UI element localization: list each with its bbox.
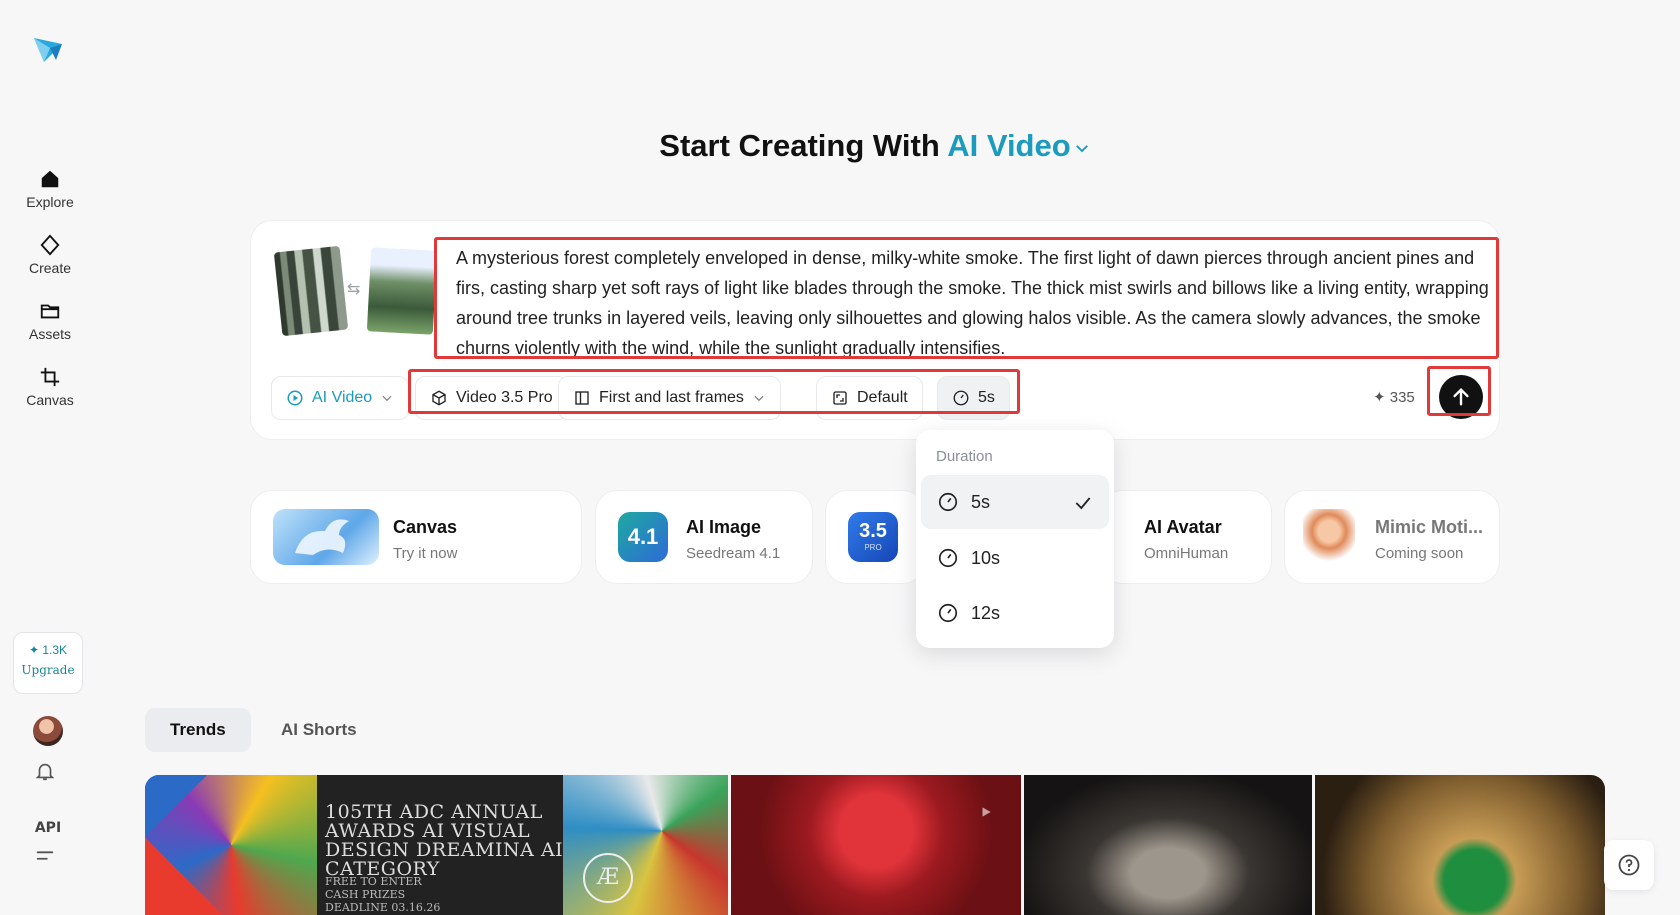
model-select[interactable]: Video 3.5 Pro [415,376,568,420]
gallery-card-balloon[interactable] [1315,775,1605,915]
mode-switcher-label: AI Video [947,128,1071,163]
generate-button[interactable] [1439,375,1483,419]
frames-select[interactable]: First and last frames [558,376,781,420]
seedream-badge: 4.1 [618,512,668,562]
sidebar-item-label: Canvas [26,392,74,408]
api-link[interactable]: API [0,820,96,836]
mode-select[interactable]: AI Video [271,376,410,420]
sidebar-item-label: Create [28,260,72,276]
badge-version: 3.5 [859,520,887,542]
canvas-thumbnail [273,509,379,565]
sidebar-item-assets[interactable]: Assets [0,300,100,344]
mosaic-artwork [563,775,728,915]
mode-label: AI Video [312,389,373,406]
model-label: Video 3.5 Pro [456,389,553,406]
sidebar-item-label: Explore [26,194,74,210]
tab-trends[interactable]: Trends [145,708,251,752]
adc-logo: Æ [583,853,633,903]
clock-icon [938,603,958,623]
duration-option-5s[interactable]: 5s [921,475,1109,529]
sidebar-item-create[interactable]: Create [0,234,100,278]
duration-option-10s[interactable]: 10s [921,531,1109,585]
sidebar-item-canvas[interactable]: Canvas [0,366,100,410]
ratio-label: Default [857,389,908,406]
awards-title: 105TH ADC ANNUAL AWARDS AI VISUAL DESIGN… [325,801,564,880]
feature-subtitle: Try it now [393,545,458,562]
mode-switcher[interactable]: AI Video [947,128,1090,163]
title-prefix: Start Creating With [659,128,948,163]
option-label: 12s [971,602,1001,623]
badge-tier: PRO [864,543,882,552]
dropdown-title: Duration [936,448,993,465]
clock-icon [938,492,958,512]
upgrade-label: Upgrade [21,663,75,677]
folder-icon [40,304,60,319]
feature-title: Canvas [393,517,458,537]
feature-title: Mimic Moti... [1375,517,1483,537]
last-frame-thumbnail[interactable] [366,247,438,335]
feature-title: AI Avatar [1144,517,1222,537]
feature-subtitle: OmniHuman [1144,545,1229,562]
feature-subtitle: Coming soon [1375,545,1464,562]
crop-icon [40,367,60,387]
checkmark-icon [1075,497,1091,510]
credit-cost: ✦ 335 [1373,389,1415,406]
chevron-down-icon [1075,144,1088,153]
menu-icon[interactable] [34,845,56,872]
aspect-ratio-select[interactable]: Default [816,376,923,420]
duration-dropdown: Duration 5s 10s 12s [916,430,1114,648]
avatar[interactable] [33,716,63,746]
clock-icon [938,548,958,568]
feature-subtitle: Seedream 4.1 [686,545,781,562]
duration-label: 5s [978,389,995,406]
duration-option-12s[interactable]: 12s [921,586,1109,640]
option-label: 5s [971,491,991,512]
sidebar-item-explore[interactable]: Explore [0,168,100,212]
credits-count: ✦ 1.3K [28,643,68,657]
play-icon [982,807,991,817]
frames-label: First and last frames [599,389,744,406]
aspect-ratio-icon [833,391,847,405]
gallery-card-awards[interactable]: 105TH ADC ANNUAL AWARDS AI VISUAL DESIGN… [145,775,728,915]
diamond-icon [40,234,60,256]
feature-card-mimic-motion[interactable]: Mimic Moti... Coming soon [1284,490,1500,584]
home-icon [41,170,59,188]
video-model-badge: 3.5 PRO [848,512,898,562]
feature-card-ai-avatar[interactable]: AI Avatar OmniHuman [1100,490,1272,584]
question-icon [1618,854,1640,876]
bell-icon[interactable] [34,760,56,787]
duration-select[interactable]: 5s [937,376,1010,420]
prompt-card: ⇆ A mysterious forest completely envelop… [250,220,1500,440]
upgrade-button[interactable]: ✦ 1.3K Upgrade [13,632,83,694]
chevron-down-icon [382,395,392,402]
mosaic-artwork [145,775,317,915]
cube-icon [432,390,446,406]
option-label: 10s [971,547,1001,568]
tab-ai-shorts[interactable]: AI Shorts [256,708,382,752]
help-button[interactable] [1604,840,1654,890]
arrow-up-icon [1453,387,1469,406]
feature-title: AI Image [686,517,762,537]
gallery-card-christmas[interactable] [731,775,1021,915]
chevron-down-icon [754,395,764,402]
gallery-card-portrait[interactable] [1024,775,1312,915]
first-frame-thumbnail[interactable] [273,245,349,337]
page-title: Start Creating With AI Video [0,128,1680,164]
clock-icon [953,390,969,406]
logo-icon[interactable] [30,32,66,68]
swap-frames-icon[interactable]: ⇆ [347,279,360,299]
mimic-thumbnail [1303,509,1355,565]
awards-details: FREE TO ENTER CASH PRIZES DEADLINE 03.16… [325,875,470,915]
feature-card-canvas[interactable]: Canvas Try it now [250,490,582,584]
prompt-input[interactable]: A mysterious forest completely enveloped… [456,243,1496,363]
feature-card-ai-image[interactable]: 4.1 AI Image Seedream 4.1 [595,490,813,584]
frames-icon [575,391,589,405]
sidebar-item-label: Assets [28,326,71,342]
feature-card-ai-video[interactable]: 3.5 PRO [825,490,925,584]
video-play-icon [287,390,303,406]
